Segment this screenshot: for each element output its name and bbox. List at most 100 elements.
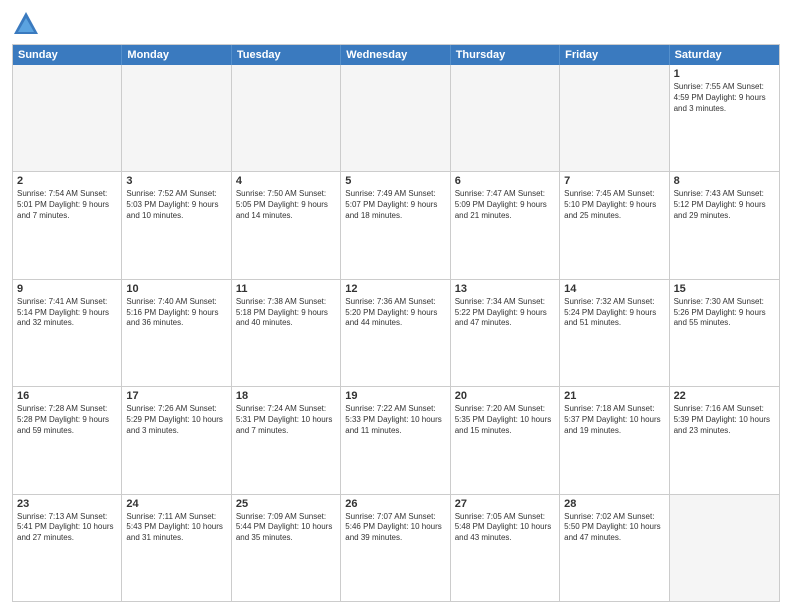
weekday-header-tuesday: Tuesday xyxy=(232,45,341,65)
day-number: 28 xyxy=(564,498,664,510)
calendar-cell-28: 28 Sunrise: 7:02 AM Sunset: 5:50 PM Dayli… xyxy=(560,495,669,601)
cell-info: Sunrise: 7:07 AM Sunset: 5:46 PM Dayligh… xyxy=(345,512,445,544)
cell-info: Sunrise: 7:13 AM Sunset: 5:41 PM Dayligh… xyxy=(17,512,117,544)
day-number: 26 xyxy=(345,498,445,510)
calendar-cell-empty-0-3 xyxy=(341,65,450,171)
day-number: 13 xyxy=(455,283,555,295)
cell-info: Sunrise: 7:47 AM Sunset: 5:09 PM Dayligh… xyxy=(455,189,555,221)
day-number: 7 xyxy=(564,175,664,187)
calendar-row-4: 23 Sunrise: 7:13 AM Sunset: 5:41 PM Dayli… xyxy=(13,495,779,601)
cell-info: Sunrise: 7:30 AM Sunset: 5:26 PM Dayligh… xyxy=(674,297,775,329)
calendar-cell-3: 3Sunrise: 7:52 AM Sunset: 5:03 PM Daylig… xyxy=(122,172,231,278)
calendar-cell-18: 18 Sunrise: 7:24 AM Sunset: 5:31 PM Dayli… xyxy=(232,387,341,493)
day-number: 5 xyxy=(345,175,445,187)
calendar-cell-23: 23 Sunrise: 7:13 AM Sunset: 5:41 PM Dayli… xyxy=(13,495,122,601)
day-number: 12 xyxy=(345,283,445,295)
page: SundayMondayTuesdayWednesdayThursdayFrid… xyxy=(0,0,792,612)
calendar-cell-11: 11 Sunrise: 7:38 AM Sunset: 5:18 PM Dayli… xyxy=(232,280,341,386)
day-number: 9 xyxy=(17,283,117,295)
cell-info: Sunrise: 7:36 AM Sunset: 5:20 PM Dayligh… xyxy=(345,297,445,329)
calendar-cell-21: 21 Sunrise: 7:18 AM Sunset: 5:37 PM Dayli… xyxy=(560,387,669,493)
calendar-cell-25: 25Sunrise: 7:09 AM Sunset: 5:44 PM Dayli… xyxy=(232,495,341,601)
calendar-cell-24: 24 Sunrise: 7:11 AM Sunset: 5:43 PM Dayli… xyxy=(122,495,231,601)
cell-info: Sunrise: 7:05 AM Sunset: 5:48 PM Dayligh… xyxy=(455,512,555,544)
calendar-row-1: 2 Sunrise: 7:54 AM Sunset: 5:01 PM Daylig… xyxy=(13,172,779,279)
logo-icon xyxy=(12,10,40,38)
day-number: 21 xyxy=(564,390,664,402)
calendar-cell-26: 26 Sunrise: 7:07 AM Sunset: 5:46 PM Dayli… xyxy=(341,495,450,601)
header xyxy=(12,10,780,38)
calendar-cell-15: 15 Sunrise: 7:30 AM Sunset: 5:26 PM Dayli… xyxy=(670,280,779,386)
cell-info: Sunrise: 7:24 AM Sunset: 5:31 PM Dayligh… xyxy=(236,404,336,436)
calendar-cell-5: 5 Sunrise: 7:49 AM Sunset: 5:07 PM Daylig… xyxy=(341,172,450,278)
weekday-header-sunday: Sunday xyxy=(13,45,122,65)
calendar-cell-14: 14 Sunrise: 7:32 AM Sunset: 5:24 PM Dayli… xyxy=(560,280,669,386)
calendar-cell-9: 9 Sunrise: 7:41 AM Sunset: 5:14 PM Daylig… xyxy=(13,280,122,386)
calendar-cell-empty-0-0 xyxy=(13,65,122,171)
day-number: 24 xyxy=(126,498,226,510)
day-number: 14 xyxy=(564,283,664,295)
day-number: 19 xyxy=(345,390,445,402)
cell-info: Sunrise: 7:22 AM Sunset: 5:33 PM Dayligh… xyxy=(345,404,445,436)
cell-info: Sunrise: 7:54 AM Sunset: 5:01 PM Dayligh… xyxy=(17,189,117,221)
cell-info: Sunrise: 7:02 AM Sunset: 5:50 PM Dayligh… xyxy=(564,512,664,544)
calendar-cell-2: 2 Sunrise: 7:54 AM Sunset: 5:01 PM Daylig… xyxy=(13,172,122,278)
calendar-cell-16: 16 Sunrise: 7:28 AM Sunset: 5:28 PM Dayli… xyxy=(13,387,122,493)
day-number: 20 xyxy=(455,390,555,402)
cell-info: Sunrise: 7:26 AM Sunset: 5:29 PM Dayligh… xyxy=(126,404,226,436)
day-number: 17 xyxy=(126,390,226,402)
cell-info: Sunrise: 7:43 AM Sunset: 5:12 PM Dayligh… xyxy=(674,189,775,221)
calendar-cell-empty-4-6 xyxy=(670,495,779,601)
calendar-cell-7: 7 Sunrise: 7:45 AM Sunset: 5:10 PM Daylig… xyxy=(560,172,669,278)
cell-info: Sunrise: 7:50 AM Sunset: 5:05 PM Dayligh… xyxy=(236,189,336,221)
calendar-cell-19: 19 Sunrise: 7:22 AM Sunset: 5:33 PM Dayli… xyxy=(341,387,450,493)
day-number: 6 xyxy=(455,175,555,187)
day-number: 8 xyxy=(674,175,775,187)
cell-info: Sunrise: 7:20 AM Sunset: 5:35 PM Dayligh… xyxy=(455,404,555,436)
cell-info: Sunrise: 7:45 AM Sunset: 5:10 PM Dayligh… xyxy=(564,189,664,221)
day-number: 10 xyxy=(126,283,226,295)
calendar-row-0: 1Sunrise: 7:55 AM Sunset: 4:59 PM Daylig… xyxy=(13,65,779,172)
calendar-body: 1Sunrise: 7:55 AM Sunset: 4:59 PM Daylig… xyxy=(13,65,779,601)
calendar-cell-12: 12 Sunrise: 7:36 AM Sunset: 5:20 PM Dayli… xyxy=(341,280,450,386)
cell-info: Sunrise: 7:38 AM Sunset: 5:18 PM Dayligh… xyxy=(236,297,336,329)
weekday-header-monday: Monday xyxy=(122,45,231,65)
calendar-cell-17: 17 Sunrise: 7:26 AM Sunset: 5:29 PM Dayli… xyxy=(122,387,231,493)
day-number: 2 xyxy=(17,175,117,187)
cell-info: Sunrise: 7:41 AM Sunset: 5:14 PM Dayligh… xyxy=(17,297,117,329)
cell-info: Sunrise: 7:32 AM Sunset: 5:24 PM Dayligh… xyxy=(564,297,664,329)
day-number: 16 xyxy=(17,390,117,402)
weekday-header-saturday: Saturday xyxy=(670,45,779,65)
calendar-cell-27: 27 Sunrise: 7:05 AM Sunset: 5:48 PM Dayli… xyxy=(451,495,560,601)
calendar-cell-8: 8 Sunrise: 7:43 AM Sunset: 5:12 PM Daylig… xyxy=(670,172,779,278)
calendar-row-2: 9 Sunrise: 7:41 AM Sunset: 5:14 PM Daylig… xyxy=(13,280,779,387)
day-number: 18 xyxy=(236,390,336,402)
day-number: 23 xyxy=(17,498,117,510)
day-number: 27 xyxy=(455,498,555,510)
calendar: SundayMondayTuesdayWednesdayThursdayFrid… xyxy=(12,44,780,602)
day-number: 22 xyxy=(674,390,775,402)
calendar-cell-10: 10 Sunrise: 7:40 AM Sunset: 5:16 PM Dayli… xyxy=(122,280,231,386)
calendar-cell-1: 1Sunrise: 7:55 AM Sunset: 4:59 PM Daylig… xyxy=(670,65,779,171)
cell-info: Sunrise: 7:55 AM Sunset: 4:59 PM Dayligh… xyxy=(674,82,775,114)
weekday-header-thursday: Thursday xyxy=(451,45,560,65)
cell-info: Sunrise: 7:28 AM Sunset: 5:28 PM Dayligh… xyxy=(17,404,117,436)
logo xyxy=(12,10,44,38)
calendar-cell-empty-0-1 xyxy=(122,65,231,171)
calendar-cell-13: 13Sunrise: 7:34 AM Sunset: 5:22 PM Dayli… xyxy=(451,280,560,386)
calendar-cell-4: 4 Sunrise: 7:50 AM Sunset: 5:05 PM Daylig… xyxy=(232,172,341,278)
cell-info: Sunrise: 7:11 AM Sunset: 5:43 PM Dayligh… xyxy=(126,512,226,544)
day-number: 15 xyxy=(674,283,775,295)
day-number: 4 xyxy=(236,175,336,187)
cell-info: Sunrise: 7:52 AM Sunset: 5:03 PM Dayligh… xyxy=(126,189,226,221)
cell-info: Sunrise: 7:18 AM Sunset: 5:37 PM Dayligh… xyxy=(564,404,664,436)
cell-info: Sunrise: 7:40 AM Sunset: 5:16 PM Dayligh… xyxy=(126,297,226,329)
day-number: 11 xyxy=(236,283,336,295)
day-number: 25 xyxy=(236,498,336,510)
cell-info: Sunrise: 7:49 AM Sunset: 5:07 PM Dayligh… xyxy=(345,189,445,221)
calendar-header: SundayMondayTuesdayWednesdayThursdayFrid… xyxy=(13,45,779,65)
calendar-cell-empty-0-5 xyxy=(560,65,669,171)
calendar-cell-empty-0-4 xyxy=(451,65,560,171)
calendar-cell-empty-0-2 xyxy=(232,65,341,171)
calendar-cell-22: 22Sunrise: 7:16 AM Sunset: 5:39 PM Dayli… xyxy=(670,387,779,493)
